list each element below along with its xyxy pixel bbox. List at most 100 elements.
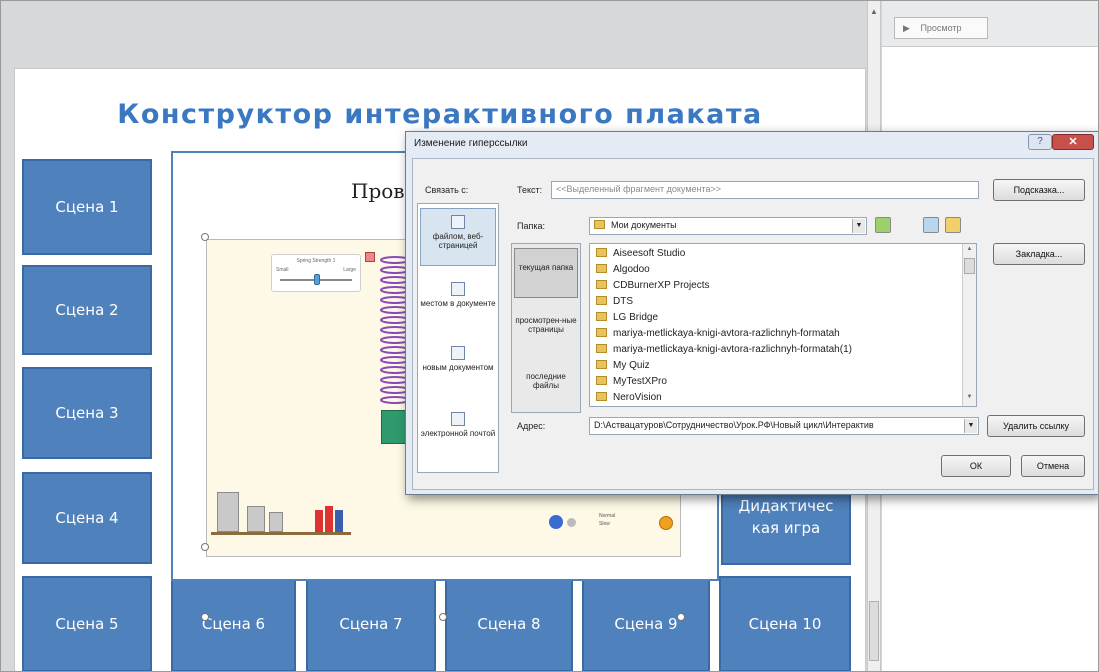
red-weight[interactable] [325, 506, 333, 532]
screentip-button[interactable]: Подсказка... [993, 179, 1085, 201]
scene-5-button[interactable]: Сцена 5 [22, 576, 152, 671]
replay-icon[interactable] [659, 516, 673, 530]
weight-small[interactable] [269, 512, 283, 532]
file-list: Aiseesoft Studio Algodoo CDBurnerXP Proj… [589, 243, 977, 407]
slider-title: Spring Strength 1 [296, 258, 336, 264]
scrollbar-thumb[interactable] [869, 601, 879, 661]
link-to-bar: файлом, веб-страницей местом в документе… [417, 203, 499, 473]
resize-handle[interactable] [201, 613, 209, 621]
chevron-down-icon[interactable]: ▼ [964, 419, 977, 433]
file-name: CDBurnerXP Projects [613, 280, 710, 291]
web-page-icon [451, 215, 465, 229]
file-name: My Quiz [613, 360, 650, 371]
list-item[interactable]: MyTestXPro [596, 376, 667, 387]
close-button[interactable]: ✕ [1052, 134, 1094, 150]
scene-9-button[interactable]: Сцена 9 [582, 576, 710, 671]
list-item[interactable]: CDBurnerXP Projects [596, 280, 710, 291]
document-place-icon [451, 282, 465, 296]
scene-6-button[interactable]: Сцена 6 [171, 576, 296, 671]
scene-10-button[interactable]: Сцена 10 [719, 576, 851, 671]
link-option-label: новым документом [422, 363, 494, 372]
file-name: mariya-metlickaya-knigi-avtora-razlichny… [613, 344, 852, 355]
file-list-scrollbar[interactable]: ▲ ▼ [962, 244, 976, 406]
browsed-pages-tab[interactable]: просмотрен-ные страницы [514, 306, 578, 356]
current-folder-tab[interactable]: текущая папка [514, 248, 578, 298]
chevron-down-icon[interactable]: ▼ [852, 219, 865, 233]
link-option-email[interactable]: электронной почтой [420, 406, 496, 464]
preview-toolbar: ▶ Просмотр [882, 1, 1098, 47]
list-item[interactable]: LG Bridge [596, 312, 658, 323]
address-label: Адрес: [517, 421, 546, 431]
application-window: Конструктор интерактивного плаката Сцена… [0, 0, 1099, 672]
preview-button[interactable]: ▶ Просмотр [894, 17, 988, 39]
list-item[interactable]: My Quiz [596, 360, 650, 371]
folder-dropdown[interactable]: Мои документы ▼ [589, 217, 867, 235]
link-option-label: местом в документе [420, 299, 496, 308]
resize-handle[interactable] [439, 613, 447, 621]
play-icon: ▶ [903, 23, 910, 33]
folder-icon [594, 220, 605, 229]
link-option-place-in-document[interactable]: местом в документе [420, 276, 496, 332]
list-item[interactable]: DTS [596, 296, 633, 307]
up-folder-icon[interactable] [875, 217, 891, 233]
speed-options[interactable]: Normal Slow [599, 512, 615, 528]
list-item[interactable]: NeroVision [596, 392, 662, 403]
folder-icon [596, 264, 607, 273]
speed-option-slow[interactable]: Slow [599, 520, 615, 528]
scroll-up-icon[interactable]: ▲ [964, 246, 975, 256]
pause-button[interactable] [549, 515, 563, 529]
address-value: D:\Аствацатуров\Сотрудничество\Урок.РФ\Н… [594, 420, 874, 430]
file-name: Algodoo [613, 264, 650, 275]
folder-icon [596, 296, 607, 305]
bookmark-button[interactable]: Закладка... [993, 243, 1085, 265]
scene-1-button[interactable]: Сцена 1 [22, 159, 152, 255]
scrollbar-thumb[interactable] [964, 258, 975, 274]
spring-strength-panel: Spring Strength 1 Small Large [271, 254, 361, 292]
slider-min-label: Small [276, 267, 289, 273]
resize-handle[interactable] [201, 543, 209, 551]
recent-files-tab[interactable]: последние файлы [514, 362, 578, 408]
scroll-up-icon[interactable]: ▲ [870, 7, 878, 16]
red-weight[interactable] [315, 510, 323, 532]
file-name: MyTestXPro [613, 376, 667, 387]
scene-8-button[interactable]: Сцена 8 [445, 576, 573, 671]
link-option-label: файлом, веб-страницей [432, 232, 484, 250]
help-button[interactable]: ? [1028, 134, 1052, 150]
ok-button[interactable]: ОК [941, 455, 1011, 477]
resize-handle[interactable] [201, 233, 209, 241]
list-item[interactable]: Algodoo [596, 264, 650, 275]
scene-7-button[interactable]: Сцена 7 [306, 576, 436, 671]
folder-icon [596, 360, 607, 369]
slide-title: Конструктор интерактивного плаката [117, 99, 763, 130]
preview-label: Просмотр [920, 23, 962, 33]
link-option-new-document[interactable]: новым документом [420, 340, 496, 396]
weight-medium[interactable] [247, 506, 265, 532]
scene-2-button[interactable]: Сцена 2 [22, 265, 152, 355]
slider-thumb[interactable] [314, 274, 320, 285]
file-name: mariya-metlickaya-knigi-avtora-razlichny… [613, 328, 840, 339]
address-input[interactable]: D:\Аствацатуров\Сотрудничество\Урок.РФ\Н… [589, 417, 979, 435]
link-to-label: Связать с: [425, 185, 469, 195]
browse-file-icon[interactable] [945, 217, 961, 233]
remove-link-button[interactable]: Удалить ссылку [987, 415, 1085, 437]
step-button[interactable] [567, 518, 576, 527]
reset-icon[interactable] [365, 252, 375, 262]
browse-web-icon[interactable] [923, 217, 939, 233]
link-option-label: электронной почтой [420, 429, 496, 438]
list-item[interactable]: mariya-metlickaya-knigi-avtora-razlichny… [596, 344, 852, 355]
list-item[interactable]: mariya-metlickaya-knigi-avtora-razlichny… [596, 328, 840, 339]
weight-large[interactable] [217, 492, 239, 532]
dialog-body: Связать с: файлом, веб-страницей местом … [412, 158, 1094, 490]
display-text-input[interactable]: <<Выделенный фрагмент документа>> [551, 181, 979, 199]
dialog-title: Изменение гиперссылки [414, 138, 528, 149]
speed-option-normal[interactable]: Normal [599, 512, 615, 520]
cancel-button[interactable]: Отмена [1021, 455, 1085, 477]
scene-4-button[interactable]: Сцена 4 [22, 472, 152, 564]
scroll-down-icon[interactable]: ▼ [964, 394, 975, 404]
link-option-file-web[interactable]: файлом, веб-страницей [420, 208, 496, 266]
file-name: DTS [613, 296, 633, 307]
scene-3-button[interactable]: Сцена 3 [22, 367, 152, 459]
blue-weight[interactable] [335, 510, 343, 532]
resize-handle[interactable] [677, 613, 685, 621]
list-item[interactable]: Aiseesoft Studio [596, 248, 685, 259]
